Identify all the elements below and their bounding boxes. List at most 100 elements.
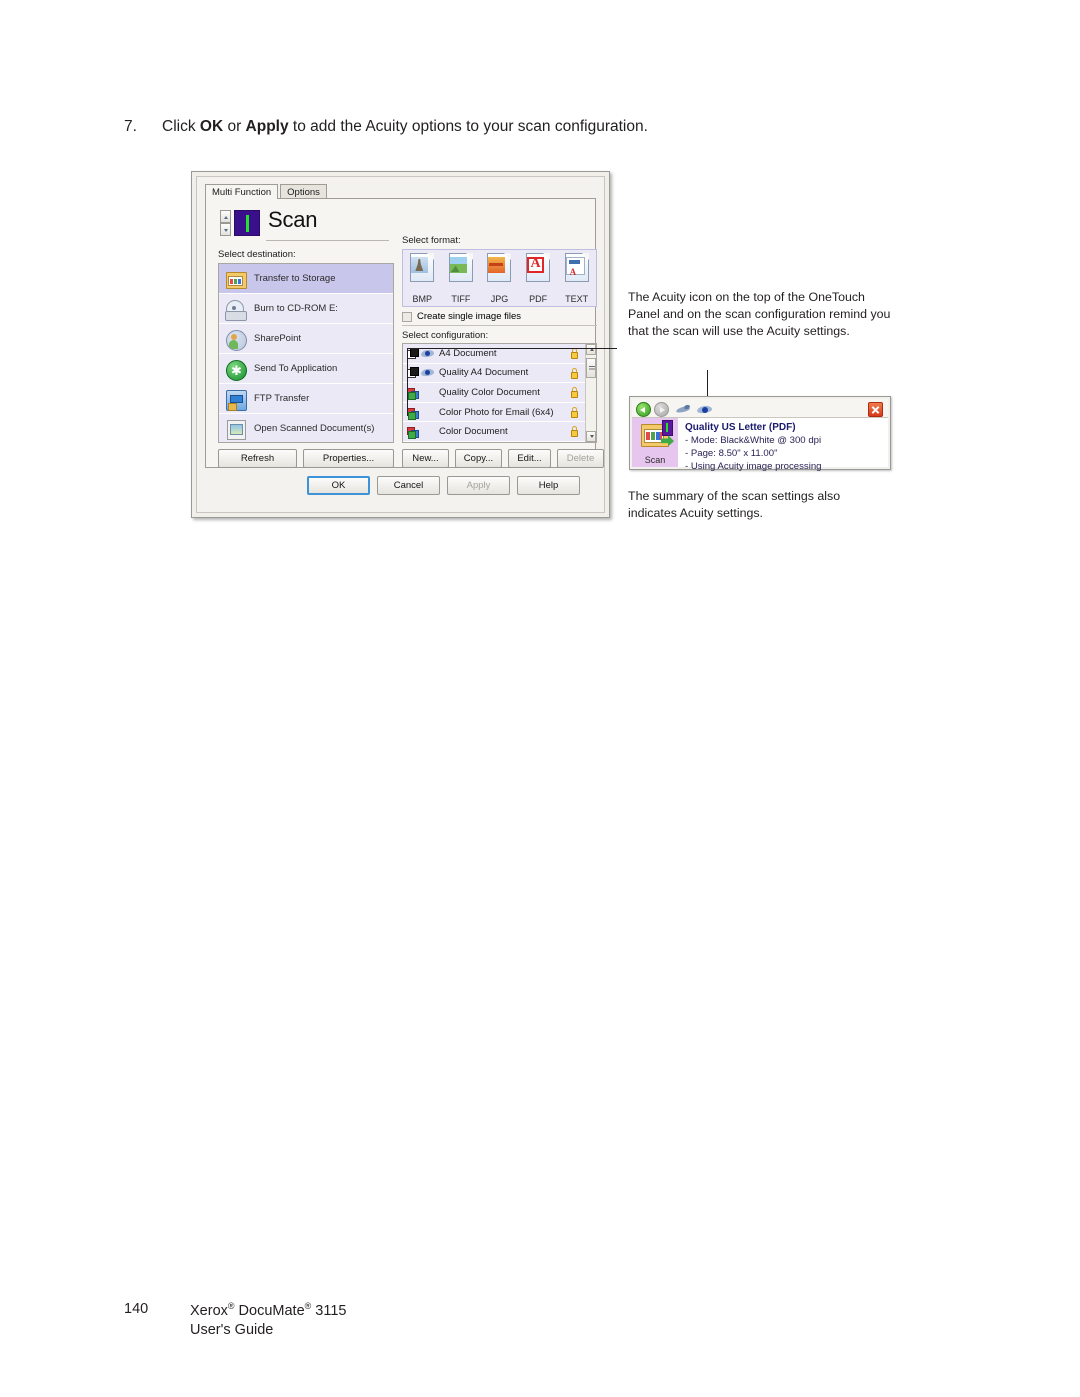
swoosh-icon[interactable]: [676, 404, 691, 415]
spinner-down-icon[interactable]: [220, 223, 231, 236]
destination-item-burn-to-cd-rom[interactable]: Burn to CD-ROM E:: [219, 294, 393, 324]
format-option-bmp[interactable]: BMP: [403, 250, 442, 306]
destination-list[interactable]: Transfer to Storage Burn to CD-ROM E: Sh…: [218, 263, 394, 443]
format-option-text[interactable]: TEXT: [557, 250, 596, 306]
configuration-item-quality-a4-document[interactable]: Quality A4 Document: [403, 363, 585, 384]
properties-button[interactable]: Properties...: [303, 449, 394, 468]
mode-color-icon: [407, 407, 419, 420]
page-number: 140: [124, 1301, 149, 1317]
mode-color-icon: [407, 426, 419, 440]
mode-black-white-icon: [407, 367, 419, 379]
scanner-tab-icon: [662, 420, 673, 436]
format-option-pdf[interactable]: PDF: [519, 250, 558, 306]
back-arrow-icon[interactable]: [636, 402, 651, 417]
scan-title-rule: [266, 240, 389, 241]
lock-icon: [571, 387, 578, 399]
callout-line-vertical-config: [407, 348, 408, 416]
select-destination-label: Select destination:: [218, 249, 296, 260]
destination-item-ftp-transfer[interactable]: FTP Transfer: [219, 384, 393, 414]
configuration-item-quality-us-letter[interactable]: Quality US Letter: [403, 441, 585, 442]
bmp-format-icon: [411, 257, 429, 273]
step-text-part-2: or: [223, 118, 246, 135]
page-footer: 140 Xerox® DocuMate® 3115 User's Guide: [124, 1300, 346, 1341]
destination-item-transfer-to-storage[interactable]: Transfer to Storage: [219, 264, 393, 294]
scan-destination-icon[interactable]: Scan: [632, 418, 678, 467]
scrollbar-thumb[interactable]: [586, 358, 596, 378]
destination-item-send-to-application[interactable]: Send To Application: [219, 354, 393, 384]
apply-button: Apply: [447, 476, 510, 495]
acuity-eye-icon[interactable]: [697, 404, 712, 415]
create-single-image-files-checkbox[interactable]: Create single image files: [402, 311, 521, 322]
configuration-item-color-photo-for-email[interactable]: Color Photo for Email (6x4): [403, 402, 585, 423]
format-option-tiff[interactable]: TIFF: [442, 250, 481, 306]
step-text-ok: OK: [199, 118, 224, 135]
format-label: JPG: [490, 294, 509, 304]
configuration-list-scrollbar[interactable]: [585, 344, 596, 442]
destination-label: Send To Application: [254, 363, 338, 374]
configuration-label: Color Photo for Email (6x4): [439, 406, 554, 418]
step-text: Click OK or Apply to add the Acuity opti…: [162, 117, 884, 138]
divider-rule: [402, 325, 597, 326]
close-icon[interactable]: [868, 402, 883, 417]
edit-button[interactable]: Edit...: [508, 449, 551, 468]
footer-product: DocuMate: [234, 1302, 305, 1319]
footer-text: Xerox® DocuMate® 3115 User's Guide: [190, 1300, 346, 1341]
onetouch-summary-text: Quality US Letter (PDF) - Mode: Black&Wh…: [678, 418, 822, 472]
acuity-eye-icon: [421, 368, 434, 377]
help-button[interactable]: Help: [517, 476, 580, 495]
note-summary: The summary of the scan settings also in…: [628, 489, 841, 521]
checkbox-box[interactable]: [402, 311, 412, 322]
configuration-label: A4 Document: [439, 347, 497, 359]
scan-number-spinner[interactable]: [220, 210, 231, 236]
destination-item-sharepoint[interactable]: SharePoint: [219, 324, 393, 354]
select-format-label: Select format:: [402, 235, 461, 246]
callout-line-vertical-panel: [707, 370, 708, 396]
tiff-format-icon: [449, 257, 467, 273]
jpg-format-icon: [488, 257, 506, 273]
scan-function-title: Scan: [268, 207, 318, 232]
lock-icon: [571, 426, 578, 438]
summary-line-acuity: - Using Acuity image processing: [685, 460, 822, 472]
configuration-label: Quality Color Document: [439, 386, 540, 398]
multi-function-panel: Scan Select destination: Transfer to Sto…: [205, 198, 604, 468]
scroll-down-icon[interactable]: [586, 431, 596, 442]
destination-item-open-scanned-documents[interactable]: Open Scanned Document(s): [219, 414, 393, 442]
cd-rom-icon: [225, 298, 247, 321]
step-text-part-3: to add the Acuity options to your scan c…: [288, 118, 648, 135]
destination-label: Open Scanned Document(s): [254, 423, 375, 434]
format-label: BMP: [412, 294, 433, 304]
tab-multi-function[interactable]: Multi Function: [205, 184, 279, 200]
folder-storage-icon: [225, 268, 247, 290]
configuration-list[interactable]: A4 Document Quality A4 Document Quality …: [402, 343, 597, 443]
refresh-button[interactable]: Refresh: [218, 449, 297, 468]
tab-options[interactable]: Options: [280, 184, 327, 199]
copy-button[interactable]: Copy...: [455, 449, 502, 468]
footer-guide: User's Guide: [190, 1322, 274, 1339]
format-option-jpg[interactable]: JPG: [480, 250, 519, 306]
registered-mark-icon: ®: [227, 1301, 235, 1311]
configuration-label: Color Document: [439, 426, 508, 438]
spinner-up-icon[interactable]: [220, 210, 231, 223]
delete-button: Delete: [557, 449, 604, 468]
scroll-up-icon[interactable]: [586, 344, 596, 355]
select-configuration-label: Select configuration:: [402, 330, 489, 341]
configuration-item-color-document[interactable]: Color Document: [403, 422, 585, 442]
format-label: PDF: [529, 294, 548, 304]
configuration-item-quality-color-document[interactable]: Quality Color Document: [403, 383, 585, 403]
forward-arrow-icon[interactable]: [654, 402, 669, 417]
lock-icon: [571, 367, 578, 379]
green-star-icon: [225, 358, 247, 381]
new-button[interactable]: New...: [402, 449, 449, 468]
configuration-item-a4-document[interactable]: A4 Document: [403, 344, 585, 364]
configuration-label: Quality A4 Document: [439, 367, 529, 379]
step-text-part-1: Click: [162, 118, 200, 135]
destination-label: Burn to CD-ROM E:: [254, 303, 338, 314]
acuity-eye-icon: [421, 349, 434, 358]
cancel-button[interactable]: Cancel: [377, 476, 440, 495]
checkbox-label: Create single image files: [417, 311, 522, 322]
onetouch-properties-dialog: Multi Function Options Scan Select desti…: [191, 171, 610, 518]
lock-icon: [571, 406, 578, 418]
document-image-icon: [225, 418, 247, 440]
footer-brand: Xerox: [190, 1302, 228, 1319]
ok-button[interactable]: OK: [307, 476, 370, 495]
